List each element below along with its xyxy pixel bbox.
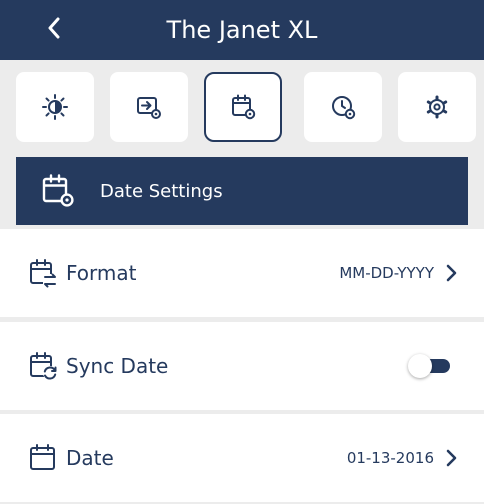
brightness-icon <box>42 94 68 120</box>
format-row[interactable]: Format MM-DD-YYYY <box>0 229 484 317</box>
date-row[interactable]: Date 01-13-2016 <box>0 414 484 502</box>
settings-tab-bar <box>0 62 484 152</box>
tab-date-settings[interactable] <box>204 72 282 142</box>
page-title: The Janet XL <box>166 16 318 44</box>
sync-date-row: Sync Date <box>0 322 484 410</box>
date-label: Date <box>66 446 114 470</box>
calendar-sync-icon <box>30 352 57 380</box>
calendar-icon <box>30 444 55 470</box>
section-header: Date Settings <box>16 157 468 225</box>
sync-date-toggle[interactable] <box>408 354 452 378</box>
date-value: 01-13-2016 <box>346 449 434 467</box>
clock-settings-icon <box>332 96 356 120</box>
gear-icon <box>426 95 448 119</box>
back-button[interactable] <box>36 10 72 46</box>
format-value: MM-DD-YYYY <box>339 264 434 282</box>
calendar-settings-icon <box>232 94 256 120</box>
section-title: Date Settings <box>100 180 223 202</box>
tab-general-settings[interactable] <box>398 72 476 142</box>
tab-time-settings[interactable] <box>304 72 382 142</box>
format-label: Format <box>66 261 137 285</box>
tab-brightness[interactable] <box>16 72 94 142</box>
sync-date-label: Sync Date <box>66 354 169 378</box>
chevron-left-icon <box>48 17 60 39</box>
chevron-right-icon <box>446 449 457 467</box>
input-settings-icon <box>137 97 161 119</box>
app-header: The Janet XL <box>0 0 484 60</box>
chevron-right-icon <box>446 264 457 282</box>
calendar-settings-icon <box>42 174 74 207</box>
calendar-swap-icon <box>30 259 57 288</box>
toggle-knob <box>408 354 432 378</box>
tab-input-settings[interactable] <box>110 72 188 142</box>
